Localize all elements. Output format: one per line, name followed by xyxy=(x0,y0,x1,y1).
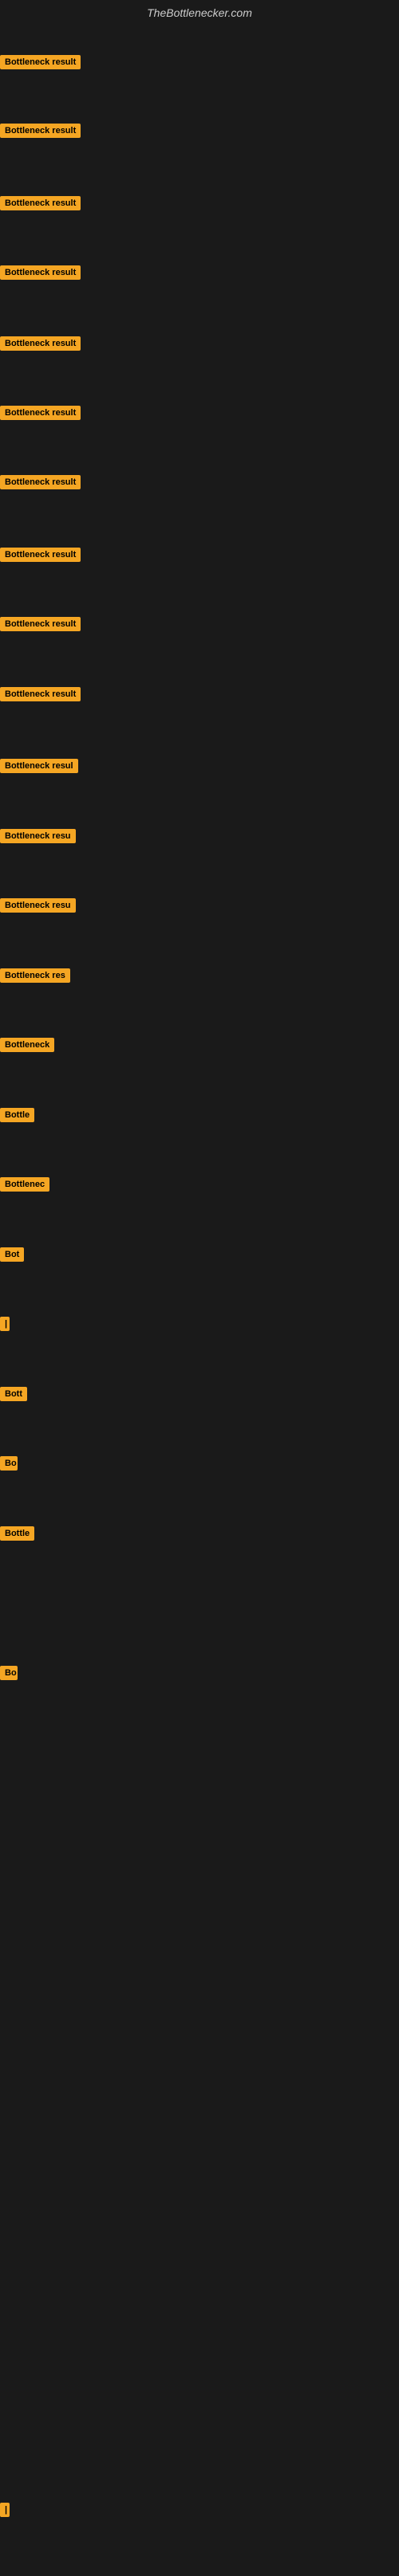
bottleneck-result-badge[interactable]: Bo xyxy=(0,1456,18,1471)
bottleneck-badge-container: | xyxy=(0,2503,10,2521)
bottleneck-badge-container: Bottleneck xyxy=(0,1038,54,1056)
bottleneck-badge-container: Bottlenec xyxy=(0,1177,49,1196)
bottleneck-result-badge[interactable]: Bottleneck xyxy=(0,1038,54,1052)
bottleneck-badge-container: Bottleneck result xyxy=(0,406,81,424)
bottleneck-badge-container: Bottle xyxy=(0,1108,34,1126)
bottleneck-result-badge[interactable]: Bottleneck result xyxy=(0,687,81,701)
bottleneck-result-badge[interactable]: Bottleneck result xyxy=(0,265,81,280)
bottleneck-result-badge[interactable]: Bottleneck resu xyxy=(0,898,76,913)
bottleneck-badge-container: Bottleneck result xyxy=(0,265,81,284)
bottleneck-badge-container: Bottleneck result xyxy=(0,475,81,493)
bottleneck-badge-container: Bottleneck res xyxy=(0,968,70,987)
bottleneck-result-badge[interactable]: Bottleneck result xyxy=(0,475,81,489)
bottleneck-badge-container: Bottleneck result xyxy=(0,617,81,635)
bottleneck-badge-container: Bo xyxy=(0,1666,18,1684)
bottleneck-result-badge[interactable]: Bottleneck result xyxy=(0,196,81,210)
bottleneck-badge-container: Bot xyxy=(0,1247,24,1266)
bottleneck-badge-container: Bottleneck result xyxy=(0,196,81,214)
bottleneck-result-badge[interactable]: Bottleneck resul xyxy=(0,759,78,773)
bottleneck-result-badge[interactable]: Bottlenec xyxy=(0,1177,49,1192)
bottleneck-badge-container: Bott xyxy=(0,1387,27,1405)
bottleneck-badge-container: Bo xyxy=(0,1456,18,1475)
bottleneck-badge-container: Bottleneck result xyxy=(0,124,81,142)
bottleneck-result-badge[interactable]: Bo xyxy=(0,1666,18,1680)
bottleneck-result-badge[interactable]: Bottleneck result xyxy=(0,124,81,138)
bottleneck-result-badge[interactable]: Bottleneck result xyxy=(0,55,81,69)
site-title: TheBottlenecker.com xyxy=(0,0,399,26)
bottleneck-result-badge[interactable]: Bott xyxy=(0,1387,27,1401)
bottleneck-result-badge[interactable]: Bottleneck result xyxy=(0,617,81,631)
bottleneck-badge-container: Bottleneck result xyxy=(0,336,81,355)
bottleneck-result-badge[interactable]: Bottleneck result xyxy=(0,336,81,351)
bottleneck-badge-container: Bottleneck resu xyxy=(0,829,76,847)
bottleneck-result-badge[interactable]: Bottleneck res xyxy=(0,968,70,983)
bottleneck-badge-container: | xyxy=(0,1317,10,1335)
bottleneck-result-badge[interactable]: Bottleneck result xyxy=(0,548,81,562)
bottleneck-badge-container: Bottleneck result xyxy=(0,55,81,73)
bottleneck-badge-container: Bottleneck result xyxy=(0,548,81,566)
bottleneck-badge-container: Bottle xyxy=(0,1526,34,1545)
bottleneck-badge-container: Bottleneck resul xyxy=(0,759,78,777)
bottleneck-result-badge[interactable]: | xyxy=(0,2503,10,2517)
bottleneck-result-badge[interactable]: Bottle xyxy=(0,1526,34,1541)
bottleneck-result-badge[interactable]: Bot xyxy=(0,1247,24,1262)
bottleneck-result-badge[interactable]: | xyxy=(0,1317,10,1331)
bottleneck-result-badge[interactable]: Bottleneck resu xyxy=(0,829,76,843)
bottleneck-badge-container: Bottleneck resu xyxy=(0,898,76,917)
bottleneck-result-badge[interactable]: Bottle xyxy=(0,1108,34,1122)
bottleneck-result-badge[interactable]: Bottleneck result xyxy=(0,406,81,420)
bottleneck-badge-container: Bottleneck result xyxy=(0,687,81,705)
